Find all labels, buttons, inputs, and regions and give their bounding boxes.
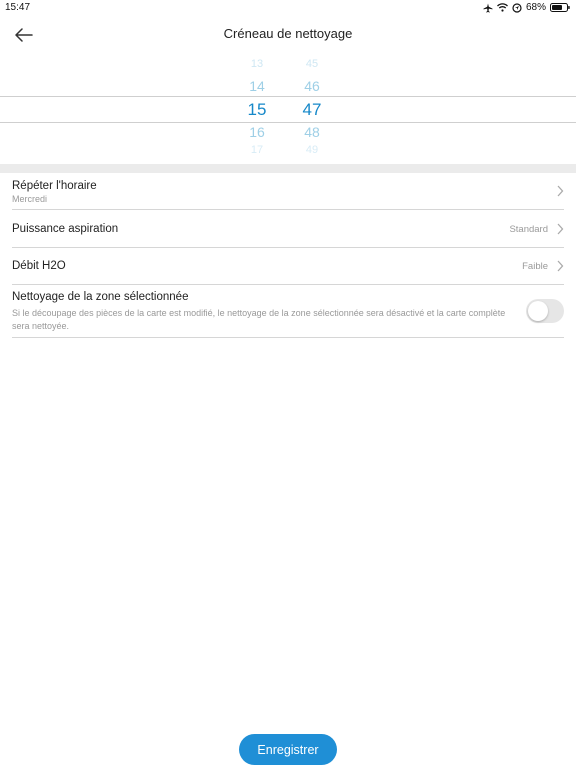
minute-option[interactable]: 48 <box>292 124 332 140</box>
selected-minute[interactable]: 47 <box>292 100 332 120</box>
page-title: Créneau de nettoyage <box>223 26 353 41</box>
selected-hour[interactable]: 15 <box>237 100 277 120</box>
time-picker[interactable]: 13 14 15 16 17 45 46 47 48 49 <box>0 56 576 156</box>
minute-option[interactable]: 45 <box>292 58 332 70</box>
hour-option[interactable]: 13 <box>237 58 277 70</box>
back-button[interactable] <box>12 23 36 47</box>
picker-top-line <box>0 96 576 97</box>
chevron-right-icon <box>557 260 564 272</box>
minute-option[interactable]: 46 <box>292 78 332 94</box>
minute-wheel[interactable]: 45 46 47 48 49 <box>292 56 332 156</box>
chevron-right-icon <box>557 223 564 235</box>
zone-cleaning-title: Nettoyage de la zone sélectionnée <box>12 291 189 303</box>
hour-wheel[interactable]: 13 14 15 16 17 <box>237 56 277 156</box>
suction-power-value: Standard <box>509 224 548 235</box>
battery-percent: 68% <box>525 2 546 13</box>
repeat-schedule-row[interactable]: Répéter l'horaire Mercredi <box>12 173 564 210</box>
battery-icon <box>550 3 570 12</box>
repeat-schedule-value: Mercredi <box>12 194 48 204</box>
arrow-left-icon <box>15 28 33 42</box>
status-time: 15:47 <box>5 2 31 13</box>
suction-power-title: Puissance aspiration <box>12 223 119 235</box>
header: Créneau de nettoyage <box>0 18 576 52</box>
hour-option[interactable]: 16 <box>237 124 277 140</box>
hour-option[interactable]: 17 <box>237 144 277 156</box>
chevron-right-icon <box>557 185 564 197</box>
picker-bottom-line <box>0 122 576 123</box>
water-flow-title: Débit H2O <box>12 260 66 272</box>
repeat-schedule-title: Répéter l'horaire <box>12 180 97 192</box>
save-button[interactable]: Enregistrer <box>239 734 337 765</box>
zone-cleaning-row: Nettoyage de la zone sélectionnée Si le … <box>12 285 564 338</box>
water-flow-row[interactable]: Débit H2O Faible <box>12 248 564 285</box>
airplane-icon <box>483 3 493 13</box>
toggle-knob <box>528 301 548 321</box>
suction-power-row[interactable]: Puissance aspiration Standard <box>12 210 564 248</box>
zone-cleaning-toggle[interactable] <box>526 299 564 323</box>
hour-option[interactable]: 14 <box>237 78 277 94</box>
location-icon <box>512 2 522 13</box>
water-flow-value: Faible <box>522 261 548 272</box>
zone-cleaning-description: Si le découpage des pièces de la carte e… <box>12 308 506 331</box>
status-icons: 68% <box>483 2 570 13</box>
minute-option[interactable]: 49 <box>292 144 332 156</box>
section-divider <box>0 164 576 173</box>
status-bar: 15:47 68% <box>0 0 576 16</box>
wifi-icon <box>497 3 508 12</box>
